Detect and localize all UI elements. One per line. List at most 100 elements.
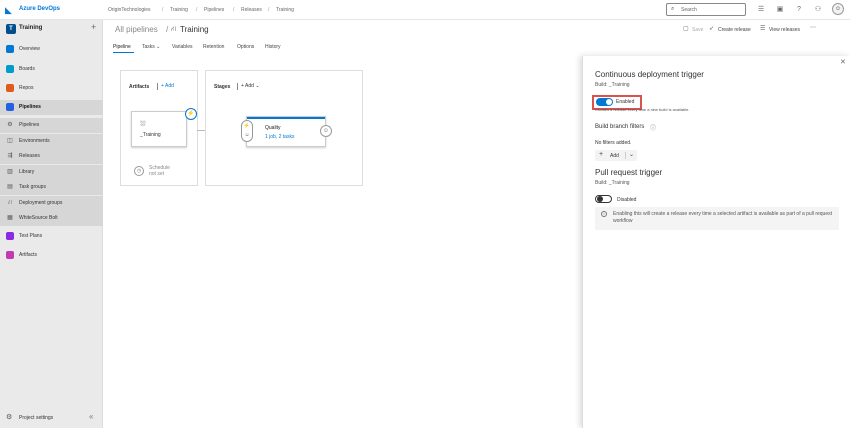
add-artifact-label: Add (165, 83, 174, 89)
project-settings-label: Project settings (19, 415, 54, 421)
sidebar-item-pipelines[interactable]: Pipelines (0, 100, 103, 115)
stages-panel: Stages + Add ⌄ Quality 1 job, 2 tasks ⚡ ☺… (205, 70, 363, 186)
cd-trigger-description: Creates a release every time a new build… (595, 107, 690, 112)
sidebar-item-test-plans[interactable]: Test Plans (0, 229, 103, 244)
pre-deployment-conditions-icon[interactable]: ⚡ ☺ (241, 120, 253, 142)
cd-trigger-status: Enabled (616, 99, 635, 105)
sidebar-item-label: Boards (19, 66, 35, 72)
pr-info-text: Enabling this will create a release ever… (613, 211, 833, 224)
shopping-bag-icon[interactable]: ▣ (775, 5, 785, 15)
sidebar-item-boards[interactable]: Boards (0, 62, 103, 77)
rocket-icon: ➶ (709, 26, 715, 32)
breadcrumb-organization[interactable]: OriginTechnologies (108, 7, 151, 13)
cd-trigger-toggle[interactable] (596, 98, 613, 106)
user-settings-icon[interactable]: ⚇ (813, 5, 823, 15)
tab-options[interactable]: Options (237, 44, 254, 50)
breadcrumb-current[interactable]: Training (276, 7, 294, 13)
tab-history[interactable]: History (265, 44, 281, 50)
artifact-card[interactable]: ⛆ _Training ⚡ (131, 108, 197, 147)
breadcrumb-separator: / (268, 7, 270, 13)
sidebar-subitem-deployment-groups[interactable]: ⛙ Deployment groups (0, 196, 103, 211)
gear-icon: ⚙ (6, 414, 13, 421)
more-options-icon[interactable]: ⋯ (810, 24, 816, 31)
search-icon: ⌕ (671, 6, 675, 12)
artifacts-panel: Artifacts + Add ⛆ _Training ⚡ ◷ Schedule… (120, 70, 198, 186)
active-tab-indicator (113, 52, 134, 53)
tab-variables[interactable]: Variables (172, 44, 192, 50)
sidebar-item-artifacts[interactable]: Artifacts (0, 248, 103, 263)
breadcrumb-pipelines[interactable]: Pipelines (204, 7, 224, 13)
project-selector[interactable]: T Training + (0, 20, 103, 38)
pr-trigger-source: Build: _Training (595, 180, 630, 186)
add-artifact-button[interactable]: + Add (161, 83, 174, 89)
sidebar-subitem-pipelines[interactable]: ⚙ Pipelines (0, 118, 103, 133)
test-plans-icon (6, 232, 14, 240)
tab-retention[interactable]: Retention (203, 44, 224, 50)
pr-trigger-toggle[interactable] (595, 195, 612, 203)
sidebar-item-label: Artifacts (19, 252, 38, 258)
sidebar-item-label: Library (19, 169, 35, 175)
sidebar-subitem-releases[interactable]: ⇶ Releases (0, 149, 103, 164)
info-icon[interactable]: ⓘ (650, 123, 656, 132)
avatar[interactable]: ☺ (832, 3, 844, 15)
breadcrumb-project[interactable]: Training (170, 7, 188, 13)
releases-icon: ⇶ (7, 153, 13, 159)
sidebar-item-repos[interactable]: Repos (0, 81, 103, 96)
schedule-status[interactable]: Schedule not set (149, 165, 170, 177)
sidebar-item-label: WhiteSource Bolt (19, 215, 58, 221)
view-releases-button[interactable]: View releases (769, 27, 800, 33)
chevron-down-icon[interactable]: ⌄ (629, 151, 634, 158)
stage-name[interactable]: Quality (265, 125, 281, 131)
list-icon[interactable]: ☰ (756, 5, 766, 15)
all-pipelines-link[interactable]: All pipelines (115, 25, 158, 34)
sidebar-item-overview[interactable]: Overview (0, 42, 103, 57)
page-title[interactable]: Training (180, 25, 209, 34)
list-icon: ☰ (760, 26, 766, 32)
product-name[interactable]: Azure DevOps (19, 6, 60, 12)
no-filters-text: No filters added. (595, 140, 632, 146)
tab-tasks-label: Tasks (142, 44, 155, 50)
post-deployment-conditions-icon[interactable]: ☺ (320, 125, 332, 137)
project-settings[interactable]: ⚙ Project settings « (0, 411, 103, 426)
continuous-deployment-trigger-icon[interactable]: ⚡ (185, 108, 197, 120)
sidebar-item-label: Task groups (19, 184, 46, 190)
plus-icon[interactable]: + (91, 22, 96, 32)
help-icon[interactable]: ? (794, 5, 804, 15)
top-bar: ◣ Azure DevOps OriginTechnologies / Trai… (0, 0, 850, 20)
create-release-button[interactable]: Create release (718, 27, 751, 33)
sidebar-subitem-library[interactable]: ▥ Library (0, 165, 103, 180)
tab-pipeline[interactable]: Pipeline (113, 44, 131, 50)
add-stage-button[interactable]: + Add ⌄ (241, 83, 260, 89)
branch-filters-title: Build branch filters (595, 124, 645, 130)
title-separator: / (166, 25, 169, 34)
sidebar-item-label: Deployment groups (19, 200, 63, 206)
stage-tasks-link[interactable]: 1 job, 2 tasks (265, 134, 294, 140)
stage-card-quality[interactable]: Quality 1 job, 2 tasks ⚡ ☺ ☺ (241, 116, 332, 147)
chevron-down-icon: ⌄ (255, 83, 260, 89)
breadcrumb-releases[interactable]: Releases (241, 7, 262, 13)
cd-trigger-title: Continuous deployment trigger (595, 70, 704, 79)
divider (237, 83, 238, 90)
info-icon: i (601, 211, 607, 217)
tab-tasks[interactable]: Tasks ⌄ (142, 44, 160, 50)
task-groups-icon: ▤ (7, 184, 13, 190)
sidebar-item-label: Pipelines (19, 104, 41, 110)
sidebar-subitem-whitesource-bolt[interactable]: ▦ WhiteSource Bolt (0, 211, 103, 226)
close-icon[interactable]: ✕ (840, 58, 846, 66)
toggle-knob (597, 196, 603, 202)
sidebar-subitem-task-groups[interactable]: ▤ Task groups (0, 180, 103, 195)
environments-icon: ◫ (7, 138, 13, 144)
sidebar-subitem-environments[interactable]: ◫ Environments (0, 134, 103, 149)
artifacts-icon (6, 251, 14, 259)
sidebar-item-label: Releases (19, 153, 40, 159)
library-icon: ▥ (7, 169, 13, 175)
azure-devops-logo-icon[interactable]: ◣ (5, 5, 15, 15)
sidebar-item-label: Repos (19, 85, 34, 91)
stage-top-accent (247, 117, 325, 119)
schedule-clock-icon[interactable]: ◷ (134, 166, 144, 176)
save-button[interactable]: Save (692, 27, 703, 33)
add-filter-button[interactable]: + Add ⌄ (595, 150, 637, 161)
collapse-sidebar-icon[interactable]: « (89, 412, 93, 421)
search-input[interactable]: ⌕ Search (666, 3, 746, 16)
chevron-down-icon: ⌄ (156, 44, 161, 50)
